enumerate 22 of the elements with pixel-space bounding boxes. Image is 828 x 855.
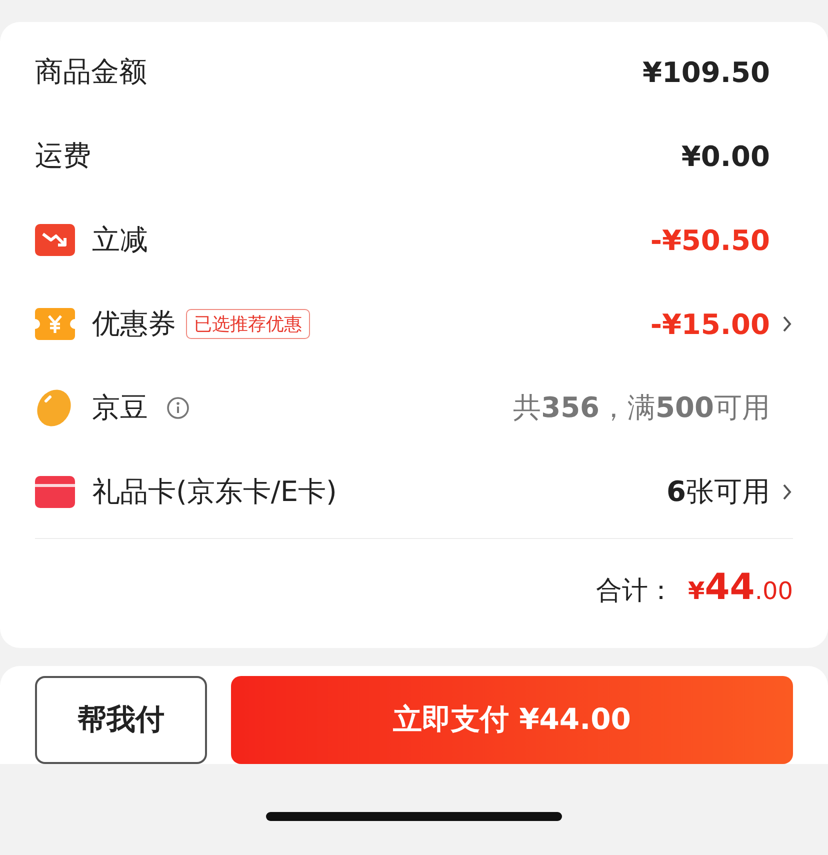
row-value: 6张可用 (666, 474, 770, 510)
gift-card-icon (35, 476, 75, 508)
row-label: 礼品卡(京东卡/E卡) (92, 474, 337, 510)
row-label: 立减 (92, 222, 148, 258)
row-value: -¥50.50 (650, 224, 770, 256)
total-label: 合计： (596, 575, 674, 608)
row-label: 优惠券 (92, 306, 176, 342)
help-me-pay-button[interactable]: 帮我付 (35, 676, 207, 764)
bean-icon (35, 388, 73, 428)
row-value: ¥109.50 (642, 56, 770, 88)
ticket-icon (35, 308, 75, 340)
row-label: 运费 (35, 138, 91, 174)
recommended-tag: 已选推荐优惠 (186, 309, 310, 339)
info-icon[interactable] (166, 396, 190, 420)
row-value: ¥0.00 (681, 140, 770, 172)
row-label: 商品金额 (35, 54, 147, 90)
trend-down-icon (35, 224, 75, 256)
row-label: 京豆 (92, 390, 148, 426)
pay-now-button[interactable]: 立即支付 ¥44.00 (231, 676, 793, 764)
total-amount: ¥44.00 (688, 567, 793, 608)
row-value: -¥15.00 (650, 308, 770, 340)
row-value: 共356，满500可用 (513, 390, 770, 426)
